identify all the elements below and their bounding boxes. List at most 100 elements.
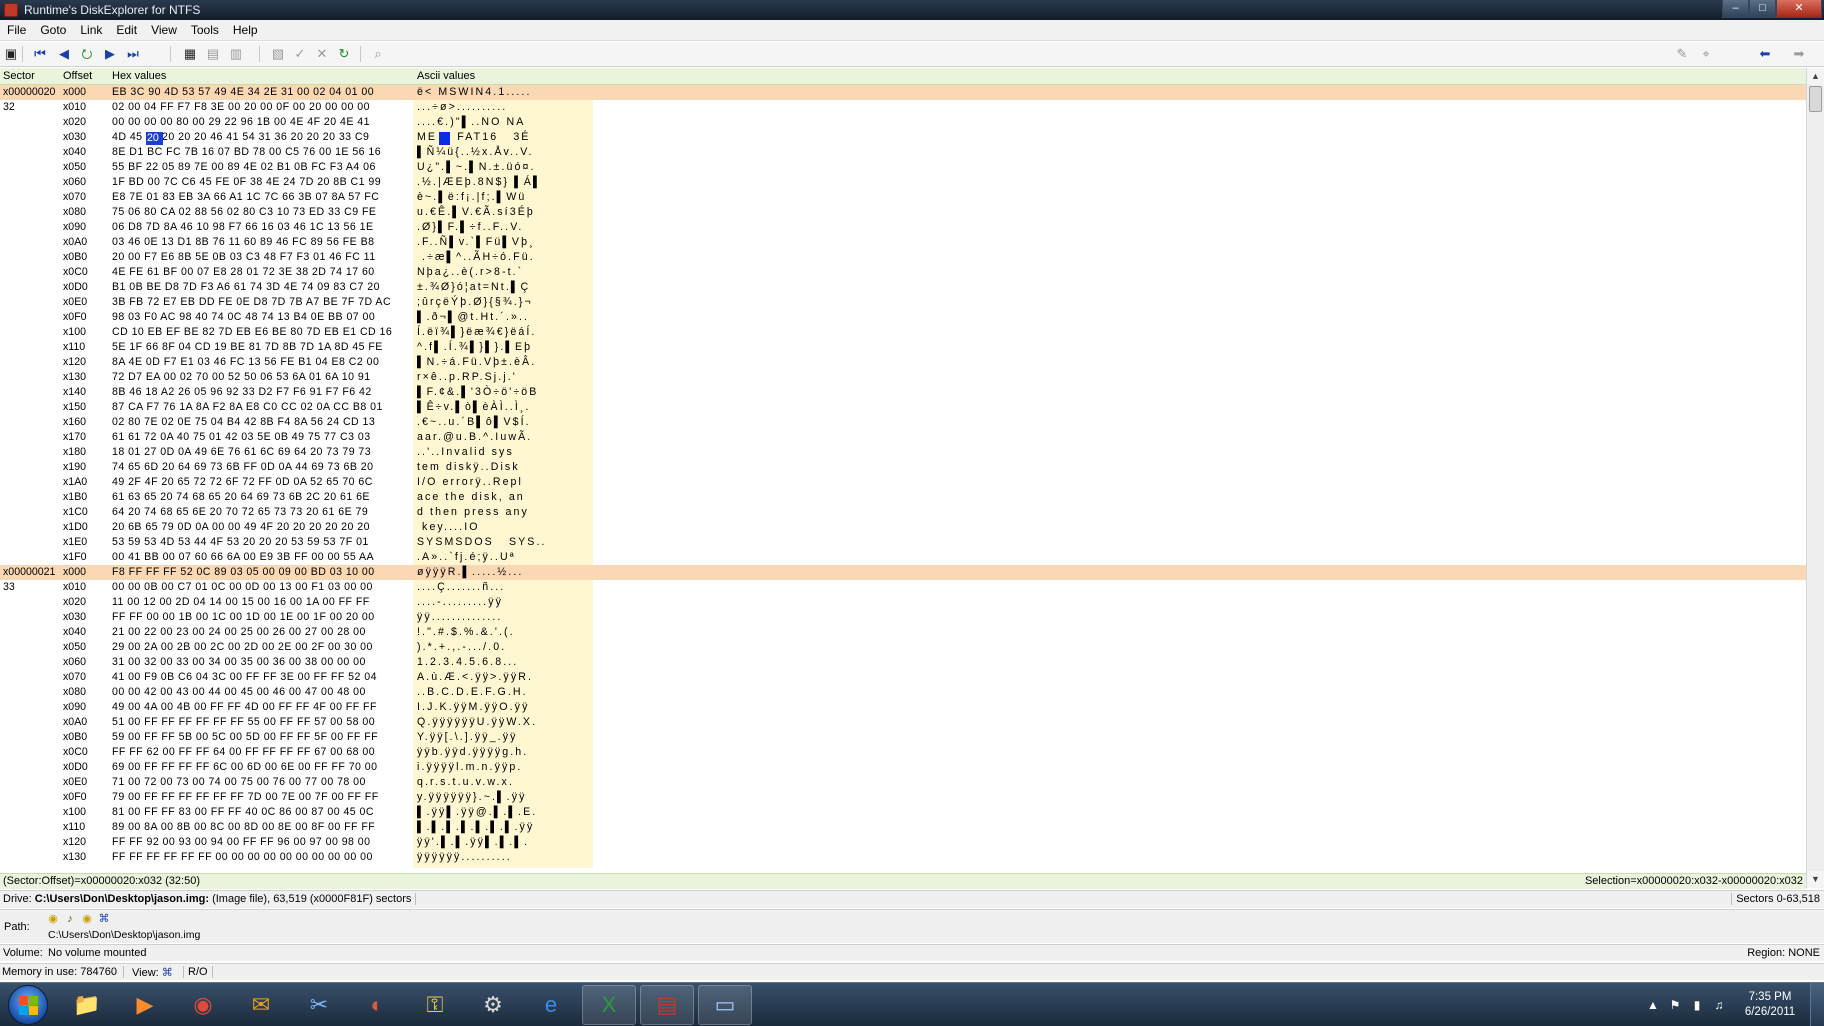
hex-values-cell[interactable]: 72 D7 EA 00 02 70 00 52 50 06 53 6A 01 6… <box>112 371 371 383</box>
hex-row[interactable]: x0B0 59 00 FF FF 5B 00 5C 00 5D 00 FF FF … <box>0 730 1806 745</box>
hex-row[interactable]: x120 FF FF 92 00 93 00 94 00 FF FF 96 00 … <box>0 835 1806 850</box>
hex-row[interactable]: x060 1F BD 00 7C C6 45 FE 0F 38 4E 24 7D … <box>0 175 1806 190</box>
back-arrow-icon[interactable]: ⬅ <box>1756 45 1774 63</box>
ascii-values-cell[interactable]: I.J.K.ÿÿM.ÿÿO.ÿÿ <box>417 701 529 713</box>
menu-tools[interactable]: Tools <box>184 23 226 37</box>
hex-values-cell[interactable]: 20 6B 65 79 0D 0A 00 00 49 4F 20 20 20 2… <box>112 521 370 533</box>
hex-values-cell[interactable]: 11 00 12 00 2D 04 14 00 15 00 16 00 1A 0… <box>112 596 370 608</box>
ascii-values-cell[interactable]: .€~..u.´B▌ô▌V$Í. <box>417 416 531 428</box>
hex-row[interactable]: x0E0 3B FB 72 E7 EB DD FE 0E D8 7D 7B A7 … <box>0 295 1806 310</box>
ascii-values-cell[interactable]: Í.ëï¾▌}ëæ¾€}ëáÍ. <box>417 326 536 338</box>
ascii-values-cell[interactable]: .F..Ñ▌v.`▌Fü▌Vþ¸ <box>417 236 535 248</box>
ascii-values-cell[interactable]: ÿÿ.............. <box>417 611 502 623</box>
hex-row[interactable]: x100 81 00 FF FF 83 00 FF FF 40 0C 86 00 … <box>0 805 1806 820</box>
ascii-values-cell[interactable]: ..B.C.D.E.F.G.H. <box>417 686 528 698</box>
paste-icon[interactable]: ▥ <box>227 45 245 63</box>
hex-row[interactable]: x0D0 69 00 FF FF FF FF 6C 00 6D 00 6E 00 … <box>0 760 1806 775</box>
ascii-values-cell[interactable]: ....Ç.......ñ... <box>417 581 505 593</box>
menu-help[interactable]: Help <box>226 23 265 37</box>
ascii-values-cell[interactable]: ÿÿÿÿÿÿ.......... <box>417 851 512 863</box>
hex-values-cell[interactable]: 64 20 74 68 65 6E 20 70 72 65 73 73 20 6… <box>112 506 368 518</box>
hex-row[interactable]: x1B0 61 63 65 20 74 68 65 20 64 69 73 6B … <box>0 490 1806 505</box>
hex-row[interactable]: x0C0 4E FE 61 BF 00 07 E8 28 01 72 3E 38 … <box>0 265 1806 280</box>
hex-values-cell[interactable]: CD 10 EB EF BE 82 7D EB E6 BE 80 7D EB E… <box>112 326 392 338</box>
hex-values-cell[interactable]: 87 CA F7 76 1A 8A F2 8A E8 C0 CC 02 0A C… <box>112 401 383 413</box>
prev-icon[interactable]: ◀ <box>55 45 73 63</box>
hex-row[interactable]: x090 49 00 4A 00 4B 00 FF FF 4D 00 FF FF … <box>0 700 1806 715</box>
hex-row[interactable]: x080 75 06 80 CA 02 88 56 02 80 C3 10 73 … <box>0 205 1806 220</box>
hex-values-cell[interactable]: 4E FE 61 BF 00 07 E8 28 01 72 3E 38 2D 7… <box>112 266 375 278</box>
show-desktop-button[interactable] <box>1810 983 1824 1026</box>
hex-values-cell[interactable]: FF FF 00 00 1B 00 1C 00 1D 00 1E 00 1F 0… <box>112 611 375 623</box>
ascii-values-cell[interactable]: .Ø}▌F.▌÷f..F..V. <box>417 221 523 233</box>
scroll-down-icon[interactable]: ▼ <box>1807 871 1824 888</box>
hex-values-cell[interactable]: 55 BF 22 05 89 7E 00 89 4E 02 B1 0B FC F… <box>112 161 376 173</box>
hex-values-cell[interactable]: 89 00 8A 00 8B 00 8C 00 8D 00 8E 00 8F 0… <box>112 821 375 833</box>
ascii-values-cell[interactable]: !.".#.$.%.&.'.(. <box>417 626 515 638</box>
ascii-values-cell[interactable]: øÿÿÿR.▌.....½... <box>417 566 523 578</box>
hex-row[interactable]: x120 8A 4E 0D F7 E1 03 46 FC 13 56 FE B1 … <box>0 355 1806 370</box>
write-icon[interactable]: ▧ <box>269 45 287 63</box>
hex-values-cell[interactable]: 18 01 27 0D 0A 49 6E 76 61 6C 69 64 20 7… <box>112 446 371 458</box>
ascii-values-cell[interactable]: key....IO <box>417 521 510 533</box>
hex-values-cell[interactable]: 69 00 FF FF FF FF 6C 00 6D 00 6E 00 FF F… <box>112 761 377 773</box>
ascii-values-cell[interactable]: è~.▌ë:f¡.|f;.▌Wü <box>417 191 526 203</box>
hex-values-cell[interactable]: 59 00 FF FF 5B 00 5C 00 5D 00 FF FF 5F 0… <box>112 731 378 743</box>
save-icon[interactable]: ▣ <box>2 45 20 63</box>
vertical-scrollbar[interactable]: ▲ ▼ <box>1806 68 1824 888</box>
clock[interactable]: 7:35 PM 6/26/2011 <box>1730 990 1810 1020</box>
hex-row[interactable]: x150 87 CA F7 76 1A 8A F2 8A E8 C0 CC 02 … <box>0 400 1806 415</box>
hex-row[interactable]: x0F0 98 03 F0 AC 98 40 74 0C 48 74 13 B4 … <box>0 310 1806 325</box>
menu-file[interactable]: File <box>0 23 33 37</box>
hex-values-cell[interactable]: 00 00 00 00 80 00 29 22 96 1B 00 4E 4F 2… <box>112 116 370 128</box>
ascii-values-cell[interactable]: ÿÿb.ÿÿd.ÿÿÿÿg.h. <box>417 746 528 758</box>
hex-row[interactable]: x1A0 49 2F 4F 20 65 72 72 6F 72 FF 0D 0A … <box>0 475 1806 490</box>
boot-icon[interactable]: ♪ <box>63 912 77 926</box>
ascii-values-cell[interactable]: ▌Ê÷v.▌ò▌èÀÌ..Ì¸. <box>417 401 531 413</box>
window-task[interactable]: ▭ <box>698 985 752 1025</box>
ascii-values-cell[interactable]: q.r.s.t.u.v.w.x. <box>417 776 514 788</box>
hex-values-cell[interactable]: 61 63 65 20 74 68 65 20 64 69 73 6B 2C 2… <box>112 491 370 503</box>
ascii-values-cell[interactable]: Y.ÿÿ[.\.].ÿÿ_.ÿÿ <box>417 731 518 743</box>
hex-row[interactable]: x090 06 D8 7D 8A 46 10 98 F7 66 16 03 46 … <box>0 220 1806 235</box>
hex-row[interactable]: x170 61 61 72 0A 40 75 01 42 03 5E 0B 49 … <box>0 430 1806 445</box>
hex-values-cell[interactable]: 8B 46 18 A2 26 05 96 92 33 D2 F7 F6 91 F… <box>112 386 372 398</box>
hex-row[interactable]: x100 CD 10 EB EF BE 82 7D EB E6 BE 80 7D … <box>0 325 1806 340</box>
hex-values-cell[interactable]: FF FF 62 00 FF FF 64 00 FF FF FF FF 67 0… <box>112 746 375 758</box>
hex-values-cell[interactable]: 81 00 FF FF 83 00 FF FF 40 0C 86 00 87 0… <box>112 806 374 818</box>
hex-values-cell[interactable]: 8E D1 BC FC 7B 16 07 BD 78 00 C5 76 00 1… <box>112 146 381 158</box>
bookmark-icon[interactable]: ▦ <box>181 45 199 63</box>
hex-values-cell[interactable]: 29 00 2A 00 2B 00 2C 00 2D 00 2E 00 2F 0… <box>112 641 373 653</box>
hex-values-cell[interactable]: 71 00 72 00 73 00 74 00 75 00 76 00 77 0… <box>112 776 366 788</box>
ascii-values-cell[interactable]: ..'..Invalid sys <box>417 446 514 458</box>
maximize-button[interactable]: □ <box>1749 0 1776 18</box>
hex-row[interactable]: 33 x010 00 00 0B 00 C7 01 0C 00 0D 00 13 0… <box>0 580 1806 595</box>
hex-values-cell[interactable]: 61 61 72 0A 40 75 01 42 03 5E 0B 49 75 7… <box>112 431 371 443</box>
sector-icon[interactable]: ◉ <box>46 912 60 926</box>
outlook-task[interactable]: ✉ <box>234 985 288 1025</box>
hex-row[interactable]: x00000020 x000 EB 3C 90 4D 53 57 49 4E 34 … <box>0 85 1806 100</box>
hex-values-cell[interactable]: 49 00 4A 00 4B 00 FF FF 4D 00 FF FF 4F 0… <box>112 701 377 713</box>
ascii-values-cell[interactable]: ).*.+.,.-.../.0. <box>417 641 506 653</box>
hex-grid[interactable]: x00000020 x000 EB 3C 90 4D 53 57 49 4E 34 … <box>0 85 1806 868</box>
media-player-task[interactable]: ▶ <box>118 985 172 1025</box>
diskexplorer-task[interactable]: ▤ <box>640 985 694 1025</box>
minimize-button[interactable]: – <box>1722 0 1749 18</box>
ascii-values-cell[interactable]: Q.ÿÿÿÿÿÿU.ÿÿW.X. <box>417 716 537 728</box>
hex-values-cell[interactable]: 02 80 7E 02 0E 75 04 B4 42 8B F4 8A 56 2… <box>112 416 375 428</box>
hex-row[interactable]: x0D0 B1 0B BE D8 7D F3 A6 61 74 3D 4E 74 … <box>0 280 1806 295</box>
hex-row[interactable]: x190 74 65 6D 20 64 69 73 6B FF 0D 0A 44 … <box>0 460 1806 475</box>
hex-values-cell[interactable]: 1F BD 00 7C C6 45 FE 0F 38 4E 24 7D 20 8… <box>112 176 381 188</box>
hex-values-cell[interactable]: 00 00 42 00 43 00 44 00 45 00 46 00 47 0… <box>112 686 366 698</box>
ascii-values-cell[interactable]: u.€Ê.▌V.€Ã.sí3Éþ <box>417 206 535 218</box>
ascii-values-cell[interactable]: i.ÿÿÿÿl.m.n.ÿÿp. <box>417 761 522 773</box>
key-task[interactable]: ⚿ <box>408 985 462 1025</box>
hex-row[interactable]: x050 29 00 2A 00 2B 00 2C 00 2D 00 2E 00 … <box>0 640 1806 655</box>
ascii-values-cell[interactable]: Nþa¿..è(.r>8-t.` <box>417 266 523 278</box>
hex-values-cell[interactable]: 06 D8 7D 8A 46 10 98 F7 66 16 03 46 1C 1… <box>112 221 373 233</box>
hex-values-cell[interactable]: 02 00 04 FF F7 F8 3E 00 20 00 0F 00 20 0… <box>112 101 370 113</box>
ascii-values-cell[interactable]: 1.2.3.4.5.6.8... <box>417 656 518 668</box>
explorer-task[interactable]: 📁 <box>60 985 114 1025</box>
hex-values-cell[interactable]: 49 2F 4F 20 65 72 72 6F 72 FF 0D 0A 52 6… <box>112 476 373 488</box>
settings-task[interactable]: ⚙ <box>466 985 520 1025</box>
